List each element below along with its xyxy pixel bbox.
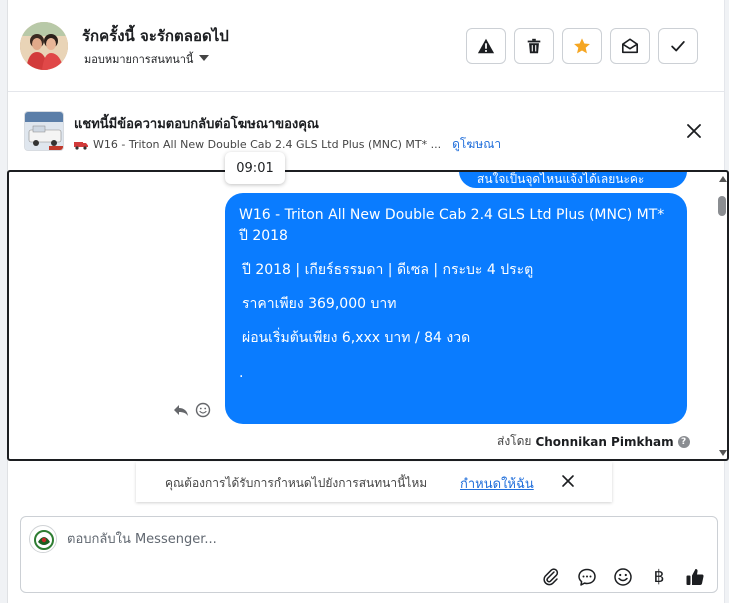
page-avatar — [29, 525, 57, 553]
scroll-up-arrow[interactable] — [719, 176, 727, 182]
sent-by-prefix: ส่งโดย — [497, 434, 532, 448]
message-thread[interactable]: สนใจเป็นจุดไหนแจ้งได้เลยนะคะ W16 - Trito… — [7, 170, 729, 461]
message-bubble[interactable]: W16 - Triton All New Double Cab 2.4 GLS … — [225, 193, 687, 424]
reply-composer: ฿ — [20, 516, 718, 593]
baht-icon: ฿ — [653, 567, 665, 587]
delete-button[interactable] — [514, 28, 554, 64]
emoji-reaction-icon[interactable] — [195, 402, 211, 418]
done-button[interactable] — [658, 28, 698, 64]
message-line-5: ผ่อนเริ่มต้นเพียง 6,xxx บาท / 84 งวด — [242, 330, 471, 346]
assign-suggestion-text: คุณต้องการได้รับการกำหนดไปยังการสนทนานี้… — [165, 476, 428, 490]
assign-label: มอบหมายการสนทนานี้ — [84, 53, 194, 66]
timestamp-tooltip: 09:01 — [225, 152, 285, 184]
message-line-4: ราคาเพียง 369,000 บาท — [242, 296, 397, 312]
message-line-1: W16 - Triton All New Double Cab 2.4 GLS … — [239, 207, 665, 223]
star-button[interactable] — [562, 28, 602, 64]
attach-button[interactable] — [539, 565, 563, 589]
truck-icon — [74, 141, 88, 150]
caret-down-icon — [199, 55, 210, 61]
close-icon[interactable] — [560, 473, 576, 489]
emoji-icon — [614, 568, 632, 586]
assign-suggestion-bar: คุณต้องการได้รับการกำหนดไปยังการสนทนานี้… — [136, 462, 612, 502]
thumbs-up-icon — [686, 569, 704, 585]
paperclip-icon — [543, 568, 559, 586]
reply-icon[interactable] — [173, 402, 189, 418]
scroll-down-arrow[interactable] — [719, 450, 727, 456]
mark-unread-button[interactable] — [610, 28, 650, 64]
ad-thumbnail[interactable] — [24, 111, 64, 151]
like-button[interactable] — [683, 565, 707, 589]
warning-icon — [477, 38, 495, 54]
ad-reply-banner: แชทนี้มีข้อความตอบกลับต่อโฆษณาของคุณ W16… — [8, 93, 724, 163]
star-icon — [574, 38, 590, 54]
conversation-header: รักครั้งนี้ จะรักตลอดไป มอบหมายการสนทนาน… — [8, 0, 724, 92]
trash-icon — [527, 38, 541, 54]
emoji-button[interactable] — [611, 565, 635, 589]
truck-photo — [25, 112, 63, 150]
message-actions — [173, 402, 211, 418]
close-icon[interactable] — [684, 121, 704, 141]
scrollbar-thumb[interactable] — [718, 196, 726, 216]
avatar-photo — [20, 22, 68, 70]
assign-to-me-link[interactable]: กำหนดให้ฉัน — [460, 473, 534, 494]
envelope-open-icon — [621, 38, 639, 54]
page-title: รักครั้งนี้ จะรักตลอดไป — [82, 27, 229, 45]
message-line-2: ปี 2018 — [239, 228, 288, 244]
sent-by-label: ส่งโดย Chonnikan Pimkham ? — [497, 432, 690, 451]
ad-banner-title: แชทนี้มีข้อความตอบกลับต่อโฆษณาของคุณ — [74, 117, 319, 132]
payment-button[interactable]: ฿ — [647, 565, 671, 589]
message-line-6: . — [239, 365, 244, 381]
assign-dropdown[interactable]: มอบหมายการสนทนานี้ — [84, 50, 210, 68]
reply-input[interactable] — [67, 529, 667, 549]
sender-name: Chonnikan Pimkham — [535, 434, 674, 449]
view-ad-link[interactable]: ดูโฆษณา — [452, 135, 501, 154]
checkmark-icon — [671, 41, 685, 52]
previous-message-bubble: สนใจเป็นจุดไหนแจ้งได้เลยนะคะ — [459, 172, 687, 188]
avatar[interactable] — [20, 22, 68, 70]
warning-button[interactable] — [466, 28, 506, 64]
help-icon[interactable]: ? — [677, 435, 690, 448]
comment-icon — [578, 568, 596, 586]
page-logo-icon — [31, 527, 56, 552]
ad-banner-subtitle: W16 - Triton All New Double Cab 2.4 GLS … — [74, 135, 501, 154]
message-line-3: ปี 2018 | เกียร์ธรรมดา | ดีเซล | กระบะ 4… — [242, 262, 534, 278]
ad-name: W16 - Triton All New Double Cab 2.4 GLS … — [93, 138, 442, 151]
saved-replies-button[interactable] — [575, 565, 599, 589]
